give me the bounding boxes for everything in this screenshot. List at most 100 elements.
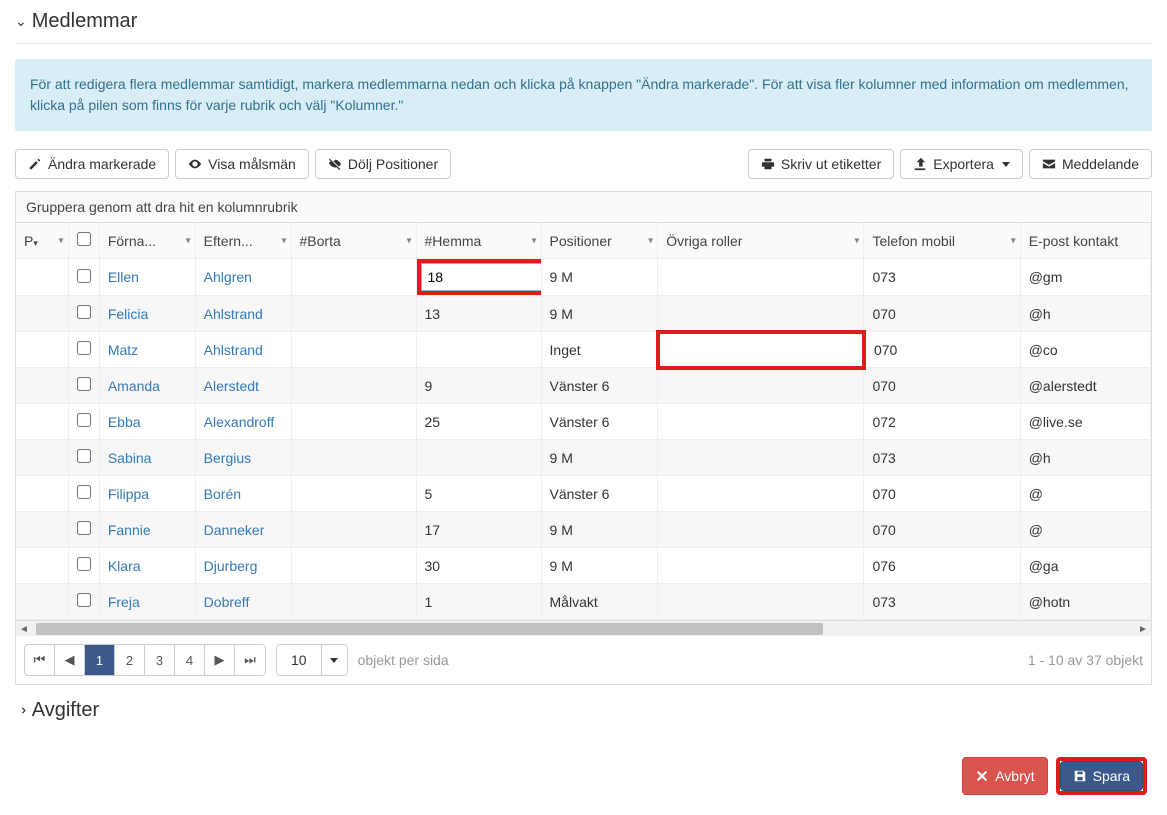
positions-cell[interactable]: Vänster 6 xyxy=(541,476,658,512)
row-checkbox[interactable] xyxy=(77,521,91,535)
firstname-link[interactable]: Ebba xyxy=(108,414,141,430)
section-fees-header[interactable]: ⌄ Avgifter xyxy=(15,699,1152,722)
away-cell[interactable] xyxy=(291,332,416,368)
lastname-link[interactable]: Bergius xyxy=(204,450,251,466)
export-button[interactable]: Exportera xyxy=(900,149,1023,179)
pager-last[interactable]: ⏭ xyxy=(235,645,265,675)
group-hint[interactable]: Gruppera genom att dra hit en kolumnrubr… xyxy=(16,192,1151,223)
print-labels-button[interactable]: Skriv ut etiketter xyxy=(748,149,894,179)
col-menu-icon[interactable]: ▾ xyxy=(186,235,191,246)
positions-cell[interactable]: Målvakt xyxy=(541,584,658,620)
firstname-link[interactable]: Felicia xyxy=(108,306,148,322)
table-row[interactable]: FilippaBorén5Vänster 6070@ xyxy=(16,476,1151,512)
table-row[interactable]: FeliciaAhlstrand139 M070@h xyxy=(16,296,1151,332)
positions-cell[interactable]: 9 M xyxy=(541,440,658,476)
select-all-checkbox[interactable] xyxy=(77,232,91,246)
row-checkbox[interactable] xyxy=(77,557,91,571)
firstname-link[interactable]: Amanda xyxy=(108,378,160,394)
show-guardians-button[interactable]: Visa målsmän xyxy=(175,149,309,179)
home-cell[interactable]: 9 xyxy=(416,368,541,404)
away-cell[interactable] xyxy=(291,259,416,296)
pager-prev[interactable]: ◀ xyxy=(55,645,85,675)
roles-cell[interactable] xyxy=(658,404,864,440)
lastname-link[interactable]: Alerstedt xyxy=(204,378,259,394)
col-menu-icon[interactable]: ▾ xyxy=(59,235,64,246)
home-cell[interactable]: 30 xyxy=(416,548,541,584)
col-menu-icon[interactable]: ▾ xyxy=(648,235,653,246)
col-home[interactable]: #Hemma▾ xyxy=(416,223,541,259)
col-p[interactable]: P▾▾ xyxy=(16,223,68,259)
pager-page-4[interactable]: 4 xyxy=(175,645,205,675)
col-email[interactable]: E-post kontakt xyxy=(1020,223,1150,259)
positions-cell[interactable]: 9 M xyxy=(541,296,658,332)
lastname-link[interactable]: Ahlstrand xyxy=(204,306,263,322)
col-menu-icon[interactable]: ▾ xyxy=(281,235,286,246)
hide-positions-button[interactable]: Dölj Positioner xyxy=(315,149,451,179)
row-checkbox[interactable] xyxy=(77,413,91,427)
table-row[interactable]: SabinaBergius9 M073@h xyxy=(16,440,1151,476)
lastname-link[interactable]: Borén xyxy=(204,486,241,502)
positions-cell[interactable]: Inget xyxy=(541,332,658,368)
away-cell[interactable] xyxy=(291,296,416,332)
firstname-link[interactable]: Klara xyxy=(108,558,141,574)
row-checkbox[interactable] xyxy=(77,485,91,499)
firstname-link[interactable]: Freja xyxy=(108,594,140,610)
col-menu-icon[interactable]: ▾ xyxy=(854,235,859,246)
table-row[interactable]: EbbaAlexandroff25Vänster 6072@live.se xyxy=(16,404,1151,440)
col-roles[interactable]: Övriga roller▾ xyxy=(658,223,864,259)
col-menu-icon[interactable]: ▾ xyxy=(531,235,536,246)
roles-cell[interactable] xyxy=(658,259,864,296)
table-row[interactable]: KlaraDjurberg309 M076@ga xyxy=(16,548,1151,584)
roles-cell[interactable] xyxy=(658,368,864,404)
lastname-link[interactable]: Dobreff xyxy=(204,594,250,610)
pager-page-1[interactable]: 1 xyxy=(85,645,115,675)
col-lastname[interactable]: Eftern...▾ xyxy=(195,223,291,259)
lastname-link[interactable]: Alexandroff xyxy=(204,414,275,430)
save-button[interactable]: Spara xyxy=(1060,761,1143,791)
positions-cell[interactable]: 9 M xyxy=(541,512,658,548)
roles-cell[interactable] xyxy=(658,476,864,512)
table-row[interactable]: EllenAhlgren▲▼9 M073@gm xyxy=(16,259,1151,296)
roles-cell[interactable] xyxy=(658,512,864,548)
lastname-link[interactable]: Djurberg xyxy=(204,558,258,574)
firstname-link[interactable]: Fannie xyxy=(108,522,151,538)
positions-cell[interactable]: Vänster 6 xyxy=(541,368,658,404)
row-checkbox[interactable] xyxy=(77,377,91,391)
home-cell[interactable]: 13 xyxy=(416,296,541,332)
away-cell[interactable] xyxy=(291,404,416,440)
pager-next[interactable]: ▶ xyxy=(205,645,235,675)
positions-cell[interactable]: 9 M xyxy=(541,259,658,296)
roles-cell[interactable] xyxy=(658,296,864,332)
table-row[interactable]: AmandaAlerstedt9Vänster 6070@alerstedt xyxy=(16,368,1151,404)
row-checkbox[interactable] xyxy=(77,593,91,607)
row-checkbox[interactable] xyxy=(77,449,91,463)
home-cell[interactable]: 25 xyxy=(416,404,541,440)
row-checkbox[interactable] xyxy=(77,305,91,319)
home-cell[interactable] xyxy=(416,332,541,368)
pager-page-3[interactable]: 3 xyxy=(145,645,175,675)
col-phone[interactable]: Telefon mobil▾ xyxy=(864,223,1020,259)
roles-cell[interactable] xyxy=(658,332,864,368)
col-select-all[interactable] xyxy=(68,223,99,259)
scroll-left-icon[interactable]: ◄ xyxy=(16,621,32,637)
lastname-link[interactable]: Ahlgren xyxy=(204,269,252,285)
page-size-select[interactable]: 10 xyxy=(276,644,348,676)
message-button[interactable]: Meddelande xyxy=(1029,149,1152,179)
firstname-link[interactable]: Ellen xyxy=(108,269,139,285)
col-menu-icon[interactable]: ▾ xyxy=(1011,235,1016,246)
away-cell[interactable] xyxy=(291,440,416,476)
lastname-link[interactable]: Ahlstrand xyxy=(204,342,263,358)
positions-cell[interactable]: 9 M xyxy=(541,548,658,584)
home-cell[interactable]: 5 xyxy=(416,476,541,512)
scroll-thumb[interactable] xyxy=(36,623,823,635)
col-firstname[interactable]: Förna...▾ xyxy=(99,223,195,259)
firstname-link[interactable]: Matz xyxy=(108,342,138,358)
pager-page-2[interactable]: 2 xyxy=(115,645,145,675)
col-menu-icon[interactable]: ▾ xyxy=(406,235,411,246)
positions-cell[interactable]: Vänster 6 xyxy=(541,404,658,440)
away-cell[interactable] xyxy=(291,368,416,404)
scroll-right-icon[interactable]: ► xyxy=(1135,621,1151,637)
pager-first[interactable]: ⏮ xyxy=(25,645,55,675)
table-row[interactable]: FrejaDobreff1Målvakt073@hotn xyxy=(16,584,1151,620)
row-checkbox[interactable] xyxy=(77,341,91,355)
